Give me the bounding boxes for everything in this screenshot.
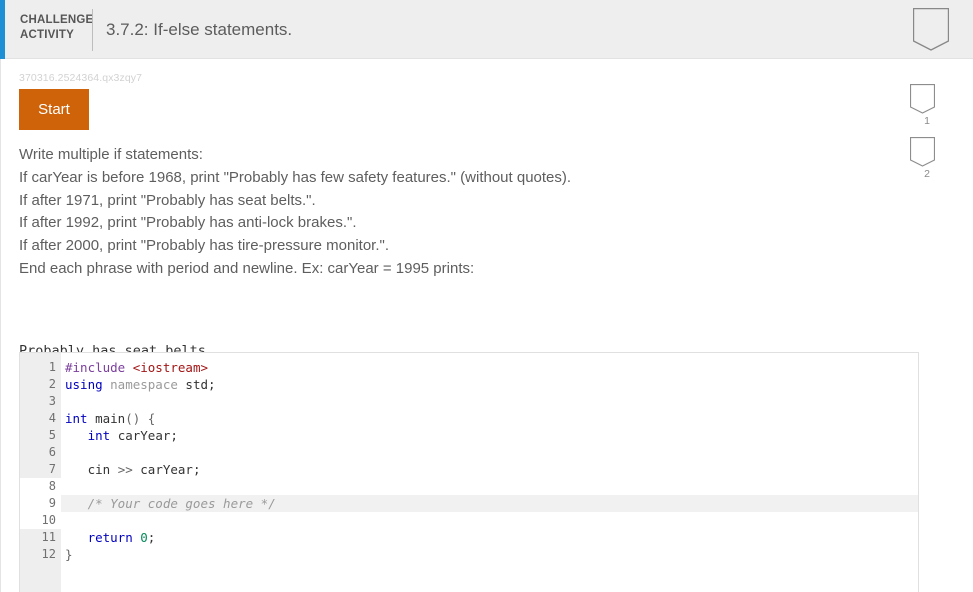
code-token: carYear; [117,428,178,443]
header-accent-bar [0,0,5,59]
code-line-text: } [61,546,918,563]
code-line-number: 7 [48,462,56,476]
code-line-number: 1 [48,360,56,374]
code-token: std; [185,377,216,392]
progress-marker[interactable]: 1 [910,84,944,128]
code-line-text: using namespace std; [61,376,918,393]
code-line-number: 3 [48,394,56,408]
code-token: namespace [110,377,186,392]
code-line-text: #include <iostream> [61,359,918,376]
pennant-icon [910,84,935,114]
challenge-activity-label-line1: CHALLENGE [20,14,94,26]
code-token: () { [125,411,156,426]
code-line[interactable]: 1 #include <iostream> [20,359,918,376]
prompt-line: If after 2000, print "Probably has tire-… [19,237,389,255]
code-line[interactable]: 6 [20,444,918,461]
code-line[interactable]: 3 [20,393,918,410]
code-line[interactable]: 2 using namespace std; [20,376,918,393]
code-line-text: int main() { [61,410,918,427]
header-divider [92,9,93,51]
code-line-content[interactable]: /* Your code goes here */ [61,495,918,512]
code-token: /* Your code goes here */ [87,496,276,511]
code-line[interactable]: 11 return 0; [20,529,918,546]
prompt-line: If after 1992, print "Probably has anti-… [19,214,357,232]
code-line-content[interactable]: int main() { [61,410,918,427]
code-line-content[interactable]: using namespace std; [61,376,918,393]
code-editor[interactable]: 1 #include <iostream> 2 using namespace std… [19,352,919,592]
code-token: int [65,411,96,426]
activity-header: CHALLENGE ACTIVITY 3.7.2: If-else statem… [0,0,973,59]
prompt-line: If after 1971, print "Probably has seat … [19,191,316,209]
code-line[interactable]: 5 int carYear; [20,427,918,444]
code-line-number: 12 [41,547,56,561]
code-line-text: cin >> carYear; [61,461,918,478]
code-token: <iostream> [132,360,208,375]
code-line[interactable]: 8 [20,478,918,495]
content-left-rule [0,59,1,592]
prompt-line: If carYear is before 1968, print "Probab… [19,168,572,186]
code-line[interactable]: 9 /* Your code goes here */ [20,495,918,512]
code-line-content[interactable]: #include <iostream> [61,359,918,376]
code-line-content[interactable]: cin >> carYear; [61,461,918,478]
code-token: return [87,530,141,545]
code-token: carYear; [132,462,201,477]
activity-title: 3.7.2: If-else statements. [106,20,293,39]
progress-marker-number: 1 [924,115,930,127]
code-token: cin [65,462,118,477]
start-button[interactable]: Start [19,89,89,130]
code-token: >> [117,462,133,477]
code-line[interactable]: 4 int main() { [20,410,918,427]
code-line-number: 4 [48,411,56,425]
header-pennant-icon [913,8,949,51]
code-line-text: /* Your code goes here */ [61,495,918,512]
code-token: int [87,428,118,443]
prompt-line: Write multiple if statements: [19,146,203,163]
code-line-content[interactable] [61,512,918,529]
code-line-number: 11 [41,530,56,544]
code-token: main [95,411,126,426]
code-line-content[interactable] [61,478,918,495]
code-token: ; [147,530,156,545]
code-line-content[interactable] [61,444,918,461]
code-line[interactable]: 12} [20,546,918,563]
challenge-activity-label-line2: ACTIVITY [20,29,74,41]
code-line[interactable]: 7 cin >> carYear; [20,461,918,478]
code-lines[interactable]: 1 #include <iostream> 2 using namespace std… [20,359,918,563]
prompt-line: End each phrase with period and newline.… [19,259,475,277]
code-line-number: 9 [20,495,61,512]
activity-id: 370316.2524364.qx3zqy7 [19,72,143,84]
challenge-activity-label: CHALLENGE ACTIVITY [20,13,94,43]
code-line-content[interactable] [61,393,918,410]
code-token: using [65,377,111,392]
code-token: } [65,547,73,562]
code-line[interactable]: 10 [20,512,918,529]
code-line-number: 5 [48,428,56,442]
code-line-content[interactable]: } [61,546,918,563]
prompt-text: Write multiple if statements: If carYear… [19,144,919,281]
code-line-text: return 0; [61,529,918,546]
code-line-number: 8 [20,478,61,495]
code-token: #include [65,360,133,375]
code-line-content[interactable]: int carYear; [61,427,918,444]
code-line-content[interactable]: return 0; [61,529,918,546]
code-line-number: 6 [48,445,56,459]
code-line-number: 10 [20,512,61,529]
code-line-text: int carYear; [61,427,918,444]
code-line-number: 2 [48,377,56,391]
code-token: 0 [140,530,148,545]
